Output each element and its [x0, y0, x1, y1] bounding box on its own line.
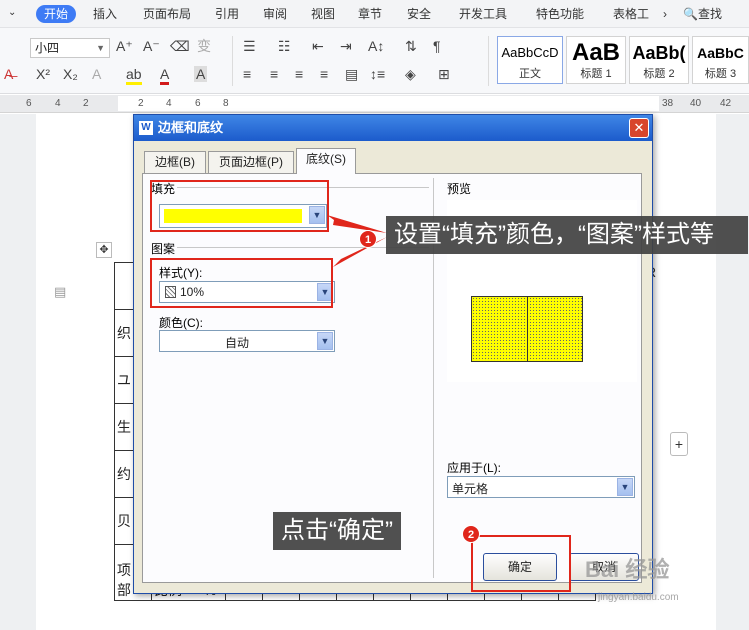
watermark-url: jingyan.baidu.com — [598, 592, 679, 603]
ruler-number: 38 — [662, 98, 674, 109]
chevron-down-icon[interactable]: ▼ — [317, 332, 333, 350]
sort-icon[interactable]: ⇅ — [405, 38, 417, 54]
menu-tab-features[interactable]: 特色功能 — [536, 5, 584, 23]
highlight-icon[interactable]: ab — [126, 66, 142, 85]
ribbon-toolbar: 小四 ▼ A⁺ A⁻ ⌫ 变 A̶ X² X₂ A ab A A ☰ ☷ ⇤ ⇥… — [0, 28, 749, 94]
ruler-number: 6 — [195, 98, 201, 109]
dialog-title-bar[interactable]: W 边框和底纹 ✕ — [134, 115, 652, 141]
step-2-badge: 2 — [462, 525, 480, 543]
numbered-list-icon[interactable]: ☷ — [278, 38, 291, 54]
pattern-color-select[interactable]: 自动 ▼ — [159, 330, 335, 352]
style-heading-2[interactable]: AaBb( 标题 2 — [629, 36, 689, 84]
menu-tab-more-icon[interactable]: › — [663, 5, 667, 23]
page-icon[interactable]: ▤ — [54, 284, 66, 300]
tab-borders[interactable]: 边框(B) — [144, 151, 206, 173]
phonetic-icon[interactable]: 变 — [197, 38, 211, 54]
subscript-icon[interactable]: X₂ — [63, 66, 78, 82]
distribute-icon[interactable]: ▤ — [345, 66, 358, 82]
close-button[interactable]: ✕ — [629, 118, 649, 138]
ruler-number: 2 — [138, 98, 144, 109]
dialog-title: 边框和底纹 — [158, 120, 224, 135]
menu-tab-chapter[interactable]: 章节 — [358, 5, 382, 23]
callout-step-2: 点击“确定” — [273, 512, 401, 550]
menu-tab-review[interactable]: 审阅 — [263, 5, 287, 23]
horizontal-ruler[interactable]: 6 4 2 2 4 6 8 38 40 42 — [0, 95, 749, 113]
borders-icon[interactable]: ⊞ — [438, 66, 450, 82]
decrease-indent-icon[interactable]: ⇤ — [312, 38, 324, 54]
style-normal[interactable]: AaBbCcD 正文 — [497, 36, 563, 84]
ribbon-menu-bar: ⌄ 开始 插入 页面布局 引用 审阅 视图 章节 安全 开发工具 特色功能 表格… — [0, 0, 749, 28]
menu-tab-page-layout[interactable]: 页面布局 — [143, 5, 191, 23]
text-effect-icon[interactable]: A — [92, 66, 101, 82]
char-shading-icon[interactable]: A — [194, 66, 208, 82]
wps-app-icon: W — [139, 121, 153, 135]
strikethrough-icon[interactable]: A̶ — [4, 66, 13, 82]
apply-to-label: 应用于(L): — [447, 461, 502, 475]
superscript-icon[interactable]: X² — [36, 66, 50, 82]
menu-tab-references[interactable]: 引用 — [215, 5, 239, 23]
chevron-down-icon: ▼ — [96, 43, 105, 53]
tab-page-border[interactable]: 页面边框(P) — [208, 151, 294, 173]
menu-tab-home[interactable]: 开始 — [36, 5, 77, 23]
search-icon: 🔍 — [683, 7, 698, 21]
ruler-number: 4 — [166, 98, 172, 109]
menu-tab-developer[interactable]: 开发工具 — [459, 5, 507, 23]
menu-tab-view[interactable]: 视图 — [311, 5, 335, 23]
tab-shading[interactable]: 底纹(S) — [296, 148, 356, 174]
search-button[interactable]: 🔍查找 — [683, 5, 722, 23]
table-move-handle-icon[interactable]: ✥ — [96, 242, 112, 258]
add-column-icon[interactable]: + — [670, 432, 688, 456]
arrow-to-fill — [327, 215, 387, 233]
line-spacing-icon[interactable]: ↕≡ — [370, 66, 385, 82]
ok-highlight-frame — [471, 535, 571, 592]
style-heading-3[interactable]: AaBbC 标题 3 — [692, 36, 749, 84]
preview-label: 预览 — [447, 182, 472, 196]
toolbar-divider — [232, 36, 233, 86]
toolbar-divider — [488, 36, 489, 86]
pattern-color-label: 颜色(C): — [159, 316, 203, 330]
justify-icon[interactable]: ≡ — [320, 66, 328, 82]
preview-cell-divider — [527, 297, 528, 361]
shading-fill-icon[interactable]: ◈ — [405, 66, 416, 82]
style-heading-1[interactable]: AaB 标题 1 — [566, 36, 626, 84]
apply-to-select[interactable]: 单元格 ▼ — [447, 476, 635, 498]
chevron-down-icon[interactable]: ▼ — [617, 478, 633, 496]
grow-font-icon[interactable]: A⁺ — [116, 38, 133, 54]
font-color-icon[interactable]: A — [160, 66, 170, 85]
align-right-icon[interactable]: ≡ — [295, 66, 303, 82]
preview-sample — [471, 296, 583, 362]
ruler-number: 8 — [223, 98, 229, 109]
ruler-number: 42 — [720, 98, 732, 109]
shrink-font-icon[interactable]: A⁻ — [143, 38, 160, 54]
clear-format-icon[interactable]: ⌫ — [170, 38, 190, 54]
align-center-icon[interactable]: ≡ — [270, 66, 278, 82]
step-1-badge: 1 — [359, 230, 377, 248]
ruler-number: 6 — [26, 98, 32, 109]
increase-indent-icon[interactable]: ⇥ — [340, 38, 352, 54]
menu-tab-insert[interactable]: 插入 — [93, 5, 117, 23]
menu-tab-table-tools[interactable]: 表格工 — [613, 5, 649, 23]
callout-step-1: 设置“填充”颜色，“图案”样式等 — [386, 216, 748, 254]
font-size-select[interactable]: 小四 ▼ — [30, 38, 110, 58]
bullet-list-icon[interactable]: ☰ — [243, 38, 256, 54]
pattern-group-label: 图案 — [151, 240, 178, 257]
ruler-number: 4 — [55, 98, 61, 109]
ruler-number: 40 — [690, 98, 702, 109]
align-left-icon[interactable]: ≡ — [243, 66, 251, 82]
menu-collapse-icon[interactable]: ⌄ — [8, 4, 16, 22]
menu-tab-security[interactable]: 安全 — [407, 5, 431, 23]
baidu-watermark: Bai 经验 — [585, 557, 670, 582]
ruler-number: 2 — [83, 98, 89, 109]
text-direction-icon[interactable]: A↕ — [368, 38, 384, 54]
show-marks-icon[interactable]: ¶ — [433, 38, 441, 54]
